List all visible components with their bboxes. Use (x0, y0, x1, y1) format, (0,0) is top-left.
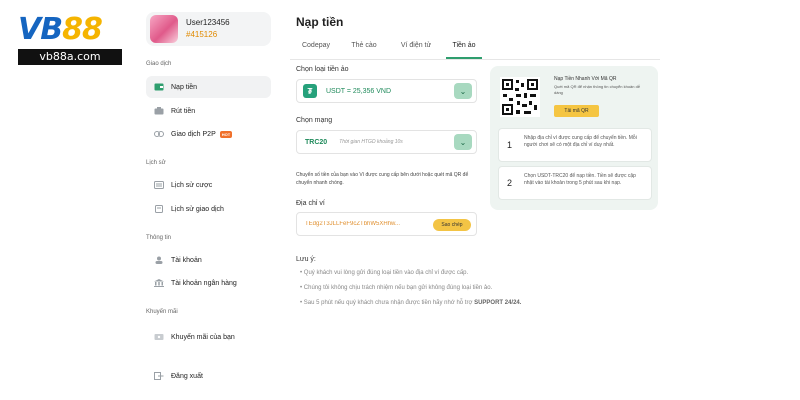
sidebar-item-label: Tài khoản (171, 256, 202, 264)
wallet-address-field[interactable]: TEdg2T3JLLFeF9cZTbhW5XHhw... Sao chép (296, 212, 477, 236)
sidebar-item-nap-tien[interactable]: Nạp tiền (146, 76, 271, 98)
chevron-down-icon[interactable]: ⌄ (454, 134, 472, 150)
network-label: Chọn mạng (296, 117, 333, 124)
tab-codepay[interactable]: Codepay (290, 36, 342, 59)
notes-title: Lưu ý: (296, 256, 316, 263)
hot-badge: HOT (219, 130, 233, 138)
sidebar-item-label: Giao dịch P2P (171, 130, 216, 138)
tab-tien-ao[interactable]: Tiền ảo (446, 36, 482, 59)
currency-label: Chọn loại tiền ảo (296, 66, 349, 73)
transaction-history-icon (154, 205, 164, 213)
wallet-icon (154, 83, 164, 91)
currency-select[interactable]: ₮ USDT = 25,356 VND ⌄ (296, 79, 477, 103)
user-name: User123456 (186, 18, 230, 27)
transfer-note: Chuyển số tiền của bạn vào Ví được cung … (296, 172, 469, 186)
tab-vi-dien-tu[interactable]: Ví điện tử (386, 36, 446, 59)
address-label: Địa chỉ ví (296, 200, 325, 207)
p2p-icon (154, 130, 164, 138)
ticket-icon (154, 333, 164, 341)
user-id: #415126 (186, 30, 218, 39)
withdraw-icon (154, 107, 164, 115)
network-time: Thời gian HTGD khoảng 10s (339, 139, 403, 145)
sidebar-item-tai-khoan-ngan-hang[interactable]: Tài khoản ngân hàng (146, 272, 271, 294)
logo-url: vb88a.com (18, 49, 122, 65)
logout-label: Đăng xuất (171, 372, 203, 380)
tab-bar: Codepay Thẻ cào Ví điện tử Tiền ảo (290, 36, 660, 60)
bet-history-icon (154, 181, 164, 189)
section-title-lich-su: Lịch sử (146, 160, 166, 166)
qr-code-icon (500, 77, 540, 117)
sidebar: User123456 #415126 Giao dịch Nạp tiền Rú… (138, 0, 278, 400)
logout-button[interactable]: Đăng xuất (146, 365, 271, 387)
sidebar-item-label: Khuyến mãi của bạn (171, 333, 235, 341)
qr-title: Nạp Tiền Nhanh Với Mã QR (554, 76, 617, 82)
download-qr-button[interactable]: Tải mã QR (554, 105, 599, 117)
currency-value: USDT = 25,356 VND (326, 87, 392, 95)
bank-icon (154, 279, 164, 287)
sidebar-item-label: Lịch sử giao dịch (171, 205, 224, 213)
step-card: 2 Chọn USDT-TRC20 để nạp tiền. Tiền sẽ đ… (498, 166, 652, 200)
avatar (150, 15, 178, 43)
sidebar-item-label: Nạp tiền (171, 83, 198, 91)
logo-mark: VB88 (18, 12, 103, 47)
network-select[interactable]: TRC20 Thời gian HTGD khoảng 10s ⌄ (296, 130, 477, 154)
tab-the-cao[interactable]: Thẻ cào (342, 36, 386, 59)
wallet-address-value: TEdg2T3JLLFeF9cZTbhW5XHhw... (305, 221, 401, 227)
sidebar-item-lich-su-giao-dich[interactable]: Lịch sử giao dịch (146, 198, 271, 220)
sidebar-item-tai-khoan[interactable]: Tài khoản (146, 249, 271, 271)
logout-icon (154, 372, 164, 380)
vb88-logo[interactable]: VB88 vb88a.com (18, 14, 122, 65)
qr-subtitle: Quét mã QR để nhận thông tin chuyển khoả… (554, 84, 641, 95)
usdt-icon: ₮ (303, 84, 317, 98)
section-title-giao-dich: Giao dịch (146, 61, 172, 67)
copy-button[interactable]: Sao chép (433, 219, 471, 231)
sidebar-item-khuyen-mai-cua-ban[interactable]: Khuyến mãi của bạn (146, 326, 271, 348)
step-text: Chọn USDT-TRC20 để nạp tiền. Tiền sẽ đượ… (524, 173, 636, 186)
sidebar-item-lich-su-cuoc[interactable]: Lịch sử cược (146, 174, 271, 196)
network-name: TRC20 (305, 138, 328, 146)
note-item: • Quý khách vui lòng gửi đúng loại tiền … (300, 270, 469, 276)
chevron-down-icon[interactable]: ⌄ (454, 83, 472, 99)
step-number: 2 (507, 178, 513, 188)
note-item: • Chúng tôi không chịu trách nhiệm nếu b… (300, 285, 493, 291)
section-title-khuyen-mai: Khuyến mãi (146, 309, 178, 315)
user-icon (154, 256, 164, 264)
sidebar-item-rut-tien[interactable]: Rút tiền (146, 100, 271, 122)
qr-panel: Nạp Tiền Nhanh Với Mã QR Quét mã QR để n… (490, 66, 658, 210)
sidebar-item-label: Lịch sử cược (171, 181, 213, 189)
support-text: SUPPORT 24/24. (474, 300, 522, 306)
step-number: 1 (507, 140, 513, 150)
note-item: • Sau 5 phút nếu quý khách chưa nhận đượ… (300, 300, 522, 306)
step-text: Nhập địa chỉ ví được cung cấp để chuyển … (524, 135, 637, 148)
sidebar-item-giao-dich-p2p[interactable]: Giao dịch P2P HOT (146, 123, 271, 145)
user-card[interactable]: User123456 #415126 (146, 12, 271, 46)
page-title: Nạp tiền (296, 15, 344, 29)
qr-card: Nạp Tiền Nhanh Với Mã QR Quét mã QR để n… (498, 70, 648, 126)
step-card: 1 Nhập địa chỉ ví được cung cấp để chuyể… (498, 128, 652, 162)
sidebar-item-label: Tài khoản ngân hàng (171, 279, 237, 287)
sidebar-item-label: Rút tiền (171, 107, 196, 115)
section-title-thong-tin: Thông tin (146, 235, 172, 241)
